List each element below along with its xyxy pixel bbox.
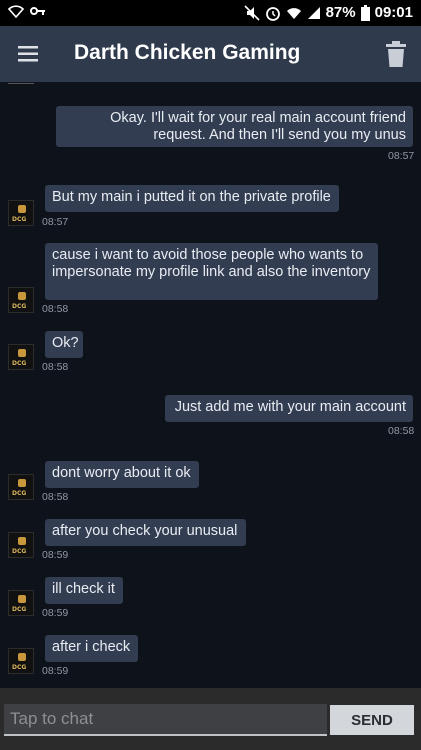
hamburger-menu-icon[interactable] bbox=[16, 42, 40, 66]
message-bubble: cause i want to avoid those people who w… bbox=[45, 243, 378, 300]
send-button[interactable]: SEND bbox=[330, 705, 414, 735]
wifi-signal-icon bbox=[286, 7, 301, 19]
alarm-icon bbox=[265, 6, 280, 21]
message-bubble: dont worry about it ok bbox=[45, 461, 199, 488]
message-bubble: Ok? bbox=[45, 331, 83, 358]
mute-icon bbox=[244, 4, 260, 21]
message-timestamp: 08:58 bbox=[42, 361, 69, 373]
message-timestamp: 08:59 bbox=[42, 607, 69, 619]
avatar[interactable]: DCG bbox=[8, 200, 34, 226]
message-list[interactable]: Okay. I'll wait for your real main accou… bbox=[0, 82, 421, 688]
message-bubble: after i check bbox=[45, 635, 138, 662]
wifi-icon bbox=[8, 5, 24, 18]
message-bubble: after you check your unusual bbox=[45, 519, 246, 546]
message-timestamp: 08:57 bbox=[42, 216, 69, 228]
key-icon bbox=[30, 7, 45, 15]
avatar-label: DCG bbox=[12, 303, 27, 310]
avatar-label: DCG bbox=[12, 606, 27, 613]
avatar[interactable]: DCG bbox=[8, 344, 34, 370]
cell-signal-icon bbox=[307, 6, 320, 19]
avatar[interactable]: DCG bbox=[8, 590, 34, 616]
battery-icon bbox=[360, 4, 370, 21]
avatar-label: DCG bbox=[12, 490, 27, 497]
message-timestamp: 08:58 bbox=[388, 425, 415, 437]
message-timestamp: 08:58 bbox=[42, 303, 69, 315]
message-timestamp: 08:57 bbox=[388, 150, 415, 162]
chat-title: Darth Chicken Gaming bbox=[74, 41, 301, 64]
composer-bar: SEND bbox=[0, 688, 421, 750]
avatar[interactable]: DCG bbox=[8, 474, 34, 500]
battery-percent: 87% bbox=[325, 4, 356, 21]
trash-icon[interactable] bbox=[385, 40, 407, 68]
chat-input[interactable] bbox=[4, 704, 327, 736]
message-bubble: ill check it bbox=[45, 577, 123, 604]
avatar-label: DCG bbox=[12, 216, 27, 223]
message-timestamp: 08:59 bbox=[42, 549, 69, 561]
message-bubble: Just add me with your main account bbox=[165, 395, 413, 422]
avatar[interactable]: DCG bbox=[8, 648, 34, 674]
message-timestamp: 08:59 bbox=[42, 665, 69, 677]
message-bubble: But my main i putted it on the private p… bbox=[45, 185, 339, 212]
avatar-label: DCG bbox=[12, 360, 27, 367]
clock-time: 09:01 bbox=[374, 4, 413, 21]
avatar-label: DCG bbox=[12, 664, 27, 671]
avatar[interactable]: DCG bbox=[8, 287, 34, 313]
message-bubble: Okay. I'll wait for your real main accou… bbox=[56, 106, 413, 147]
avatar-label: DCG bbox=[12, 548, 27, 555]
message-timestamp: 08:58 bbox=[42, 491, 69, 503]
avatar[interactable]: DCG bbox=[8, 532, 34, 558]
previous-message-fragment bbox=[8, 80, 34, 84]
app-bar: Darth Chicken Gaming bbox=[0, 26, 421, 82]
status-bar: 87% 09:01 bbox=[0, 0, 421, 26]
